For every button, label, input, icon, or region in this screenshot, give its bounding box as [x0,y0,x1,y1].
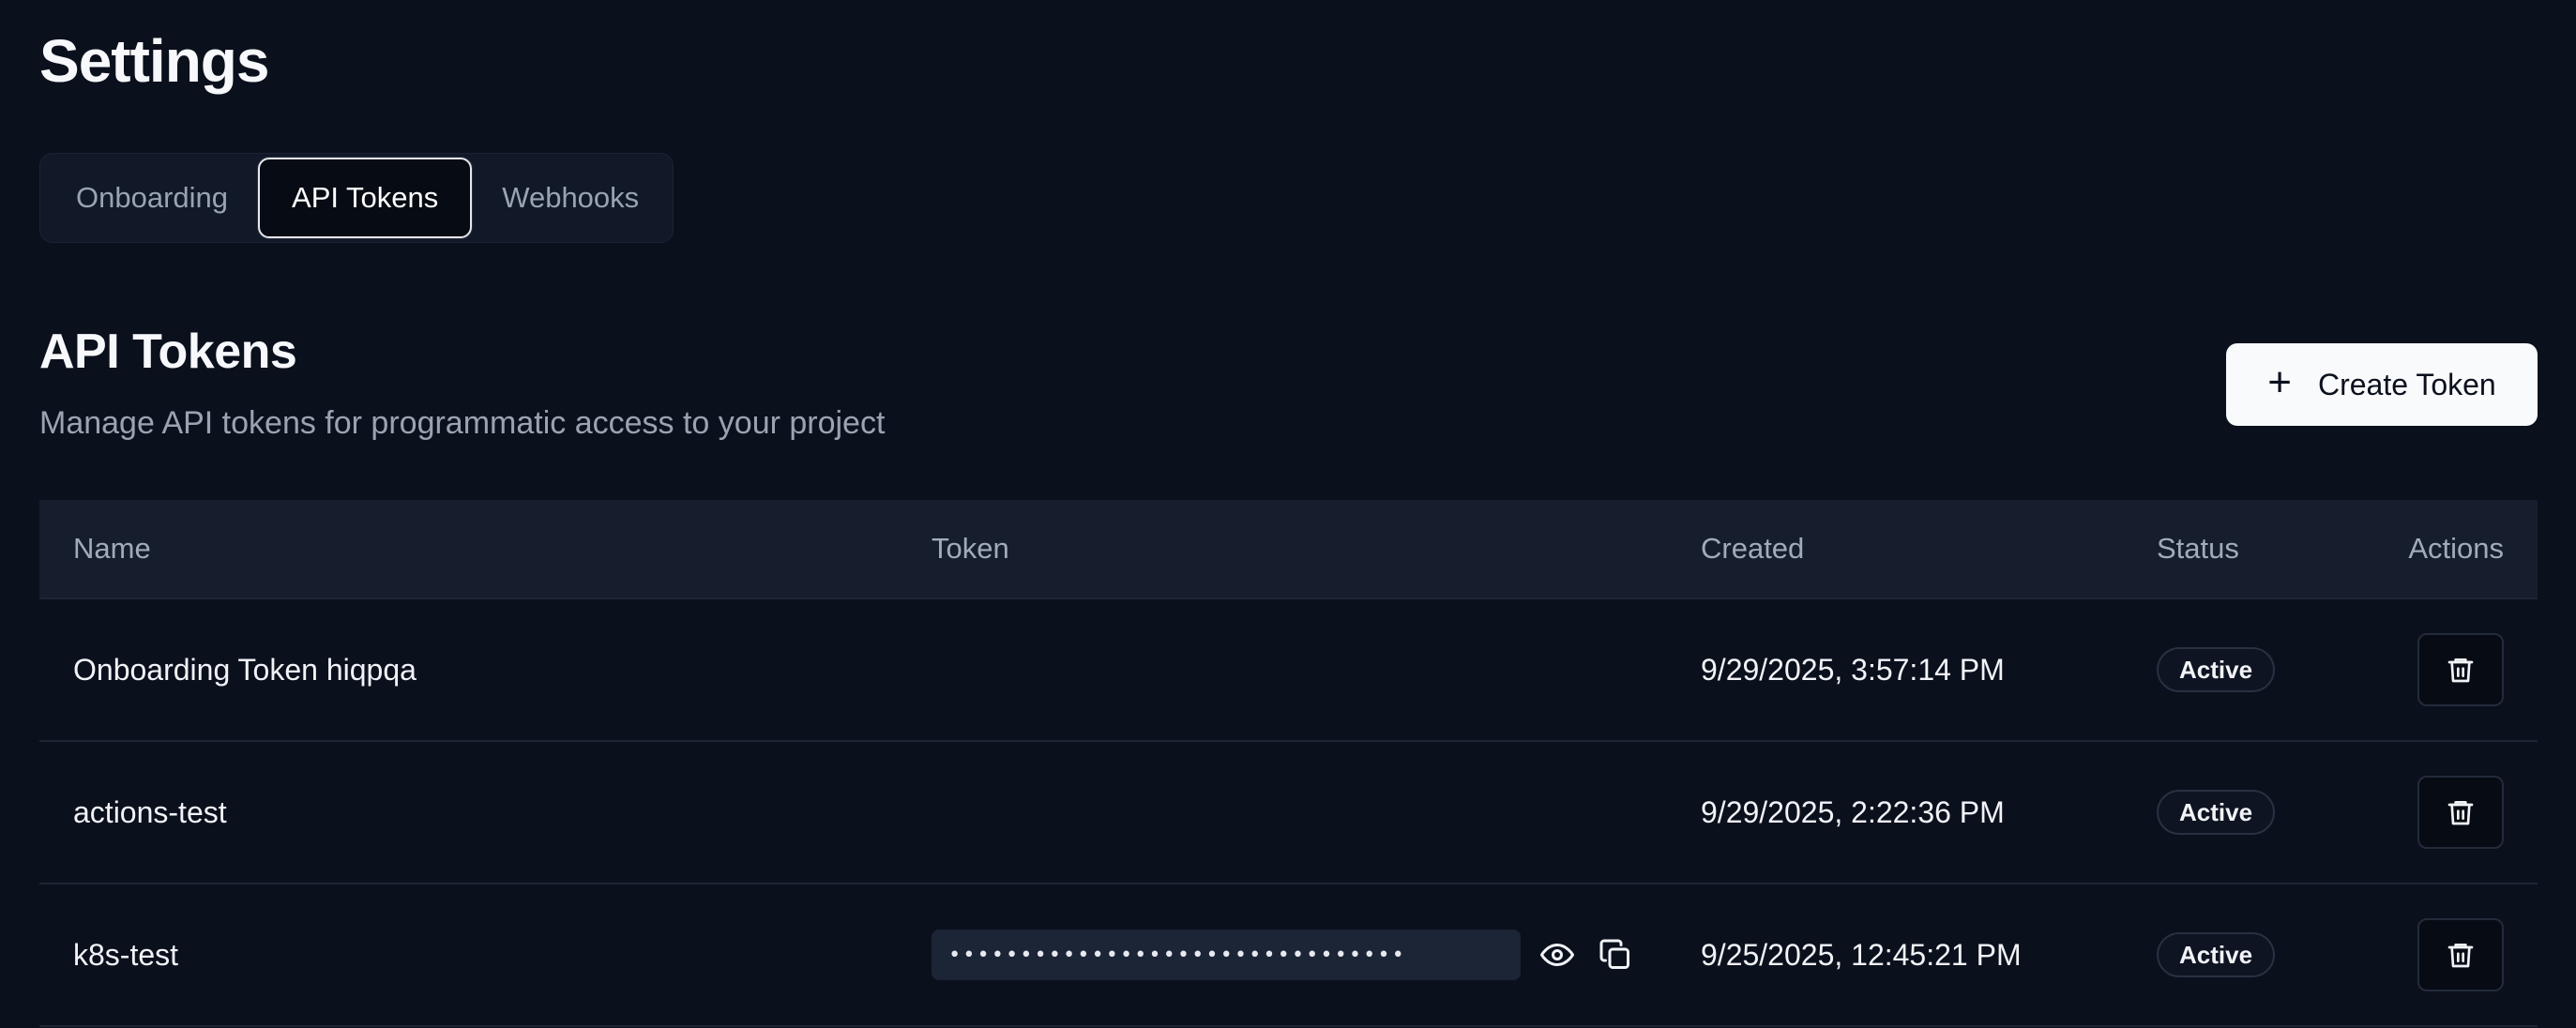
status-badge: Active [2157,932,2276,977]
trash-icon [2447,658,2474,683]
delete-token-button[interactable] [2417,776,2504,849]
token-name: k8s-test [73,937,179,972]
plus-icon: + [2267,359,2292,405]
status-cell: Active [2157,884,2276,1025]
token-cell: •••••••••••••••••••••••••••••••• [932,884,1637,1025]
copy-token-button[interactable] [1594,933,1637,976]
trash-icon [2447,944,2474,968]
reveal-token-button[interactable] [1536,933,1579,976]
actions-cell [2417,599,2504,740]
tab-api-tokens[interactable]: API Tokens [258,158,473,238]
actions-cell [2417,884,2504,1025]
tab-webhooks[interactable]: Webhooks [472,158,669,238]
table-row: k8s-test •••••••••••••••••••••••••••••••… [39,884,2538,1027]
status-badge: Active [2157,647,2276,692]
api-tokens-table: Name Token Created Status Actions Onboar… [39,500,2538,1027]
token-name: actions-test [73,794,227,829]
delete-token-button[interactable] [2417,633,2504,706]
section-title: API Tokens [39,325,297,379]
tab-onboarding[interactable]: Onboarding [46,158,258,238]
create-token-label: Create Token [2317,367,2496,401]
column-header-name: Name [73,532,151,565]
copy-icon [1599,939,1629,969]
table-row: Onboarding Token hiqpqa 9/29/2025, 3:57:… [39,599,2538,742]
actions-cell [2417,742,2504,883]
page-title: Settings [39,27,269,95]
column-header-actions: Actions [2408,532,2504,565]
token-created: 9/29/2025, 2:22:36 PM [1701,794,2005,829]
status-cell: Active [2157,599,2276,740]
status-badge: Active [2157,790,2276,835]
create-token-button[interactable]: + Create Token [2226,343,2538,426]
trash-icon [2447,801,2474,825]
table-header-row: Name Token Created Status Actions [39,500,2538,599]
eye-icon [1540,944,1574,966]
section-subtitle: Manage API tokens for programmatic acces… [39,405,886,441]
column-header-status: Status [2157,532,2239,565]
column-header-token: Token [932,532,1009,565]
settings-tabs: Onboarding API Tokens Webhooks [39,153,674,243]
column-header-created: Created [1701,532,1805,565]
token-created: 9/25/2025, 12:45:21 PM [1701,937,2022,972]
masked-token-field: •••••••••••••••••••••••••••••••• [932,930,1521,980]
token-name: Onboarding Token hiqpqa [73,652,417,687]
delete-token-button[interactable] [2417,918,2504,991]
token-created: 9/29/2025, 3:57:14 PM [1701,652,2005,687]
status-cell: Active [2157,742,2276,883]
table-row: actions-test 9/29/2025, 2:22:36 PM Activ… [39,742,2538,884]
